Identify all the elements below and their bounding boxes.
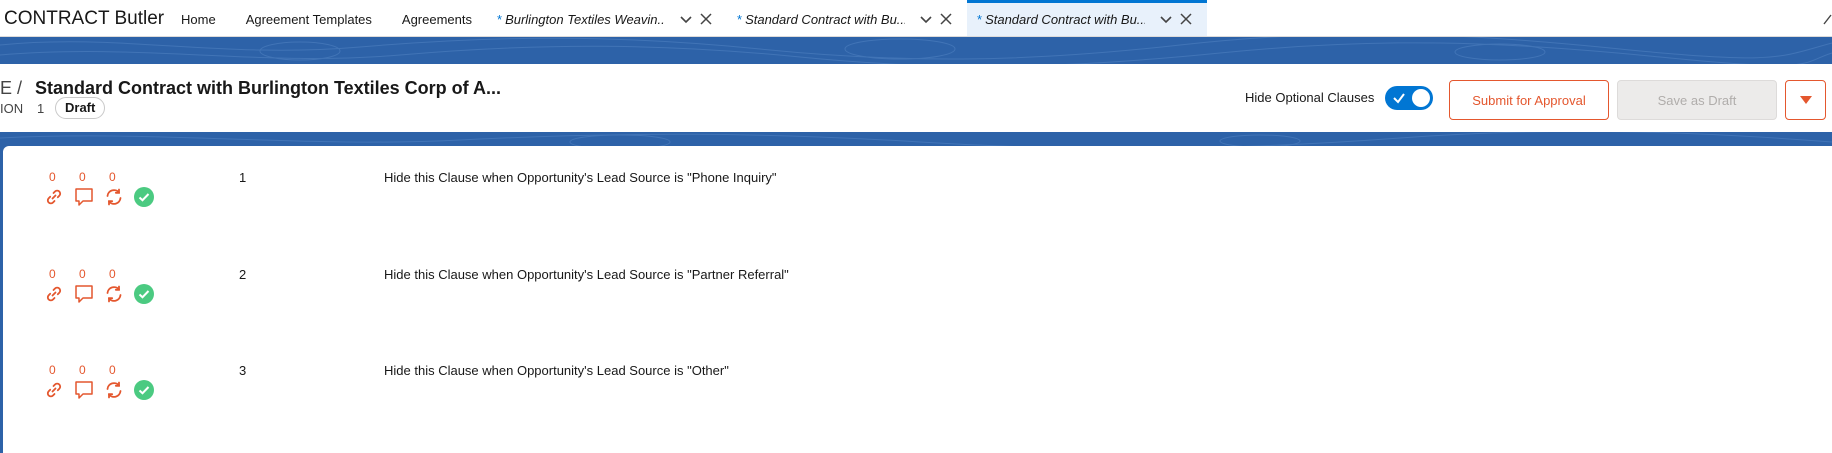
approved-check-icon — [133, 379, 155, 401]
check-icon — [1393, 93, 1405, 104]
unsaved-marker: * — [737, 12, 743, 27]
sync-icon[interactable] — [103, 283, 125, 305]
chevron-down-icon[interactable] — [679, 12, 693, 26]
clause-text: Hide this Clause when Opportunity's Lead… — [384, 363, 729, 378]
clause-counts: 0 0 0 — [49, 267, 139, 281]
chevron-down-icon[interactable] — [1159, 12, 1173, 26]
approved-check-icon — [133, 186, 155, 208]
comment-count: 0 — [79, 267, 86, 281]
nav-item-home[interactable]: Home — [166, 0, 231, 36]
save-as-draft-button[interactable]: Save as Draft — [1617, 80, 1777, 120]
tab-label: Burlington Textiles Weavin... — [505, 12, 666, 27]
clause-text: Hide this Clause when Opportunity's Lead… — [384, 170, 777, 185]
workspace-tab-burlington[interactable]: * Burlington Textiles Weavin... — [487, 0, 727, 36]
clause-text: Hide this Clause when Opportunity's Lead… — [384, 267, 789, 282]
record-header: E / Standard Contract with Burlington Te… — [0, 64, 1832, 132]
breadcrumb[interactable]: E / — [0, 78, 22, 99]
comment-count: 0 — [79, 170, 86, 184]
link-icon[interactable] — [43, 379, 65, 401]
caret-down-icon — [1799, 96, 1812, 104]
clause-number: 2 — [239, 267, 247, 282]
global-navigation: CONTRACT Butler Home Agreement Templates… — [0, 0, 1832, 37]
clause-counts: 0 0 0 — [49, 363, 139, 377]
sync-icon[interactable] — [103, 379, 125, 401]
unsaved-marker: * — [977, 12, 983, 27]
edit-pencil-icon[interactable] — [1822, 12, 1832, 26]
unsaved-marker: * — [497, 12, 503, 27]
page-title: Standard Contract with Burlington Textil… — [35, 78, 502, 98]
clause-list: 0 0 0 1 Hide this Clause when Opportunit… — [3, 146, 1832, 453]
close-icon[interactable] — [939, 12, 953, 26]
tab-label: Standard Contract with Bu... — [985, 12, 1146, 27]
comment-icon[interactable] — [73, 379, 95, 401]
nav-item-agreement-templates[interactable]: Agreement Templates — [231, 0, 387, 36]
link-count: 0 — [49, 170, 56, 184]
submit-for-approval-button[interactable]: Submit for Approval — [1449, 80, 1609, 120]
link-icon[interactable] — [43, 186, 65, 208]
close-icon[interactable] — [699, 12, 713, 26]
approved-check-icon — [133, 283, 155, 305]
sync-count: 0 — [109, 170, 116, 184]
comment-icon[interactable] — [73, 186, 95, 208]
chevron-down-icon[interactable] — [919, 12, 933, 26]
nav-item-agreements[interactable]: Agreements — [387, 0, 487, 36]
sync-count: 0 — [109, 363, 116, 377]
clause-row[interactable]: 0 0 0 3 Hide this Clause when Opportunit… — [3, 359, 1832, 449]
sync-count: 0 — [109, 267, 116, 281]
app-name: CONTRACT Butler — [4, 8, 165, 29]
link-count: 0 — [49, 267, 56, 281]
clause-row[interactable]: 0 0 0 2 Hide this Clause when Opportunit… — [3, 263, 1832, 353]
clause-number: 1 — [239, 170, 247, 185]
link-count: 0 — [49, 363, 56, 377]
version-label: ION — [0, 101, 24, 116]
workspace-tab-standard-contract-1[interactable]: * Standard Contract with Bu... — [727, 0, 967, 36]
workspace-tab-standard-contract-2[interactable]: * Standard Contract with Bu... — [967, 0, 1207, 36]
comment-icon[interactable] — [73, 283, 95, 305]
more-actions-button[interactable] — [1785, 80, 1826, 120]
hide-optional-clauses-toggle[interactable] — [1385, 86, 1433, 110]
link-icon[interactable] — [43, 283, 65, 305]
close-icon[interactable] — [1179, 12, 1193, 26]
version-number: 1 — [37, 101, 45, 116]
clause-counts: 0 0 0 — [49, 170, 139, 184]
sync-icon[interactable] — [103, 186, 125, 208]
comment-count: 0 — [79, 363, 86, 377]
clause-row[interactable]: 0 0 0 1 Hide this Clause when Opportunit… — [3, 166, 1832, 256]
hide-optional-clauses-label: Hide Optional Clauses — [1245, 90, 1375, 105]
tab-label: Standard Contract with Bu... — [745, 12, 906, 27]
clause-number: 3 — [239, 363, 247, 378]
toggle-knob — [1412, 89, 1430, 107]
status-badge: Draft — [55, 97, 106, 119]
topographic-pattern — [0, 37, 1832, 64]
header-banner — [0, 37, 1832, 64]
